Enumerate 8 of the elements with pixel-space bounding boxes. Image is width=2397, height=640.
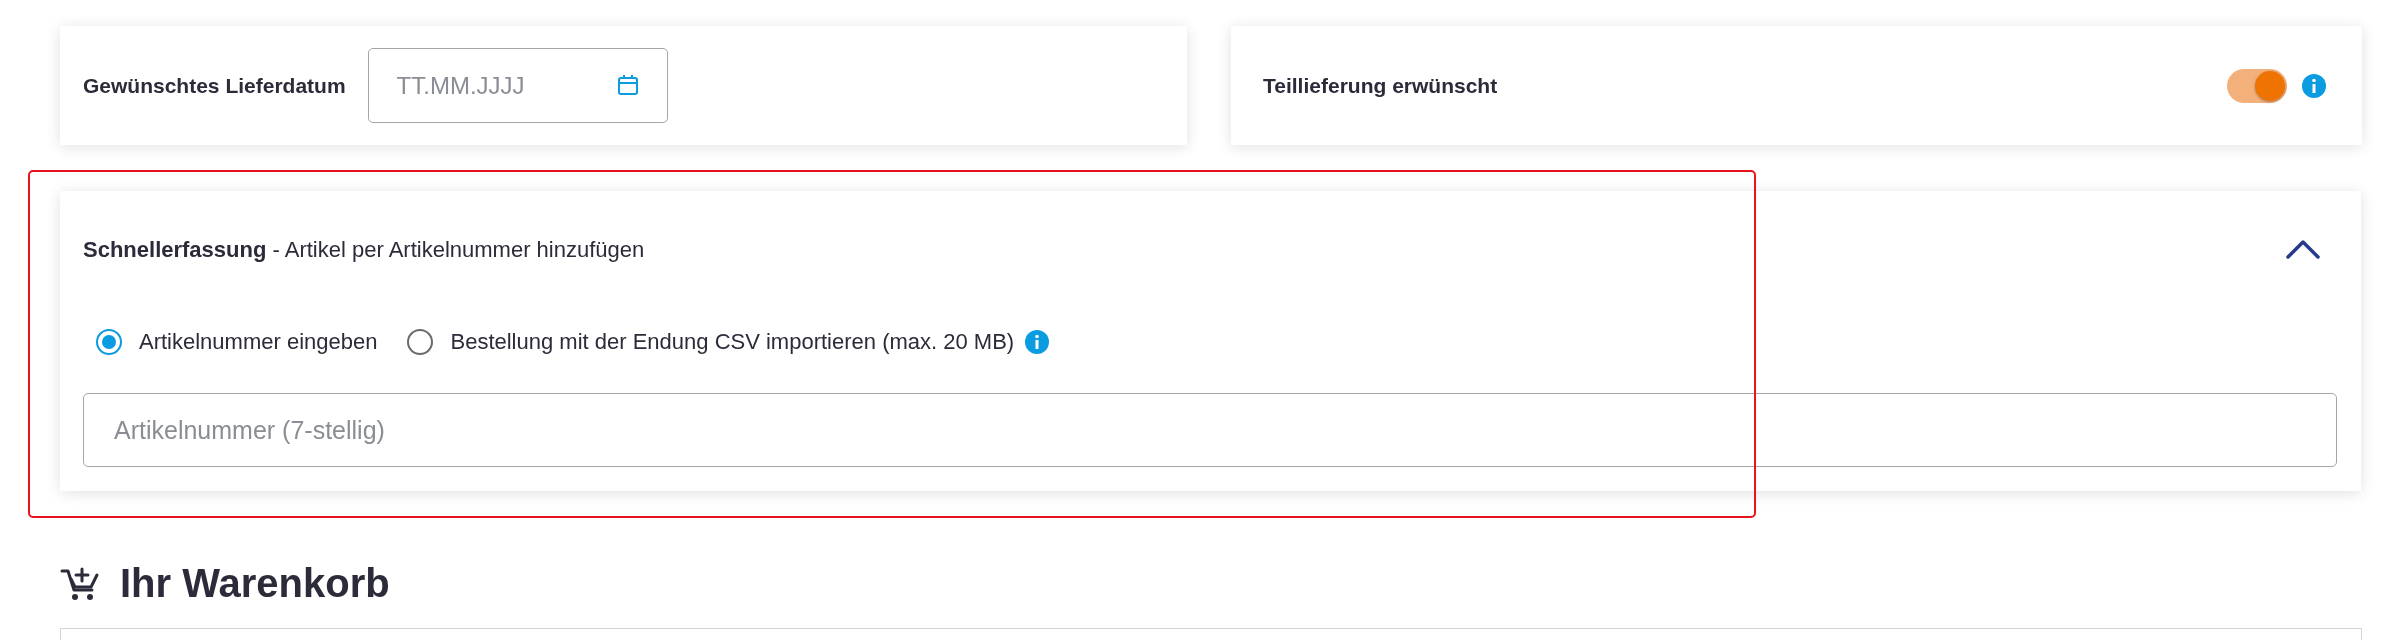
page-heading: Ihr Warenkorb bbox=[120, 561, 390, 606]
input-field[interactable]: Artikelnummer (7-stellig) bbox=[83, 393, 2337, 467]
option-label: Teillieferung erwünscht bbox=[1263, 73, 1498, 98]
radio-label[interactable]: Artikelnummer eingeben bbox=[139, 329, 378, 355]
field-label: Gewünschtes Lieferdatum bbox=[83, 73, 346, 98]
section-title: Schnellerfassung - Artikel per Artikelnummer hinzufügen bbox=[83, 237, 645, 263]
date-field[interactable]: TT.MM.JJJJ bbox=[367, 48, 668, 123]
radio-label[interactable]: Bestellung mit der Endung CSV importieren (max. 20 MB) bbox=[450, 329, 1015, 355]
